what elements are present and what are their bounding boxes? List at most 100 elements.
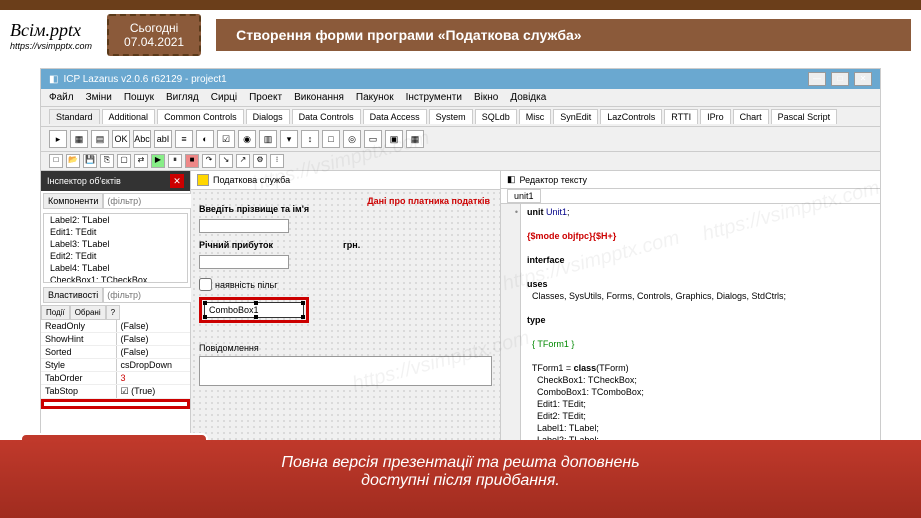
- prop-row: ReadOnly(False): [41, 320, 190, 333]
- frame-component[interactable]: ▣: [385, 130, 403, 148]
- app-icon: ◧: [49, 74, 58, 85]
- tab-synedit[interactable]: SynEdit: [553, 109, 598, 124]
- property-highlight: [41, 399, 190, 409]
- form-titlebar[interactable]: Податкова служба: [191, 171, 500, 190]
- newform-button[interactable]: ▢: [117, 154, 131, 168]
- tab-system[interactable]: System: [429, 109, 473, 124]
- panel-component[interactable]: ▭: [364, 130, 382, 148]
- listbox-component[interactable]: ▥: [259, 130, 277, 148]
- property-grid[interactable]: ReadOnly(False) ShowHint(False) Sorted(F…: [41, 320, 190, 399]
- run-button[interactable]: ▶: [151, 154, 165, 168]
- list-item[interactable]: Label3: TLabel: [44, 238, 187, 250]
- tab-events[interactable]: Події: [41, 305, 70, 320]
- scrollbar-component[interactable]: ↕: [301, 130, 319, 148]
- tab-dataaccess[interactable]: Data Access: [363, 109, 427, 124]
- pause-button[interactable]: ⏸: [168, 154, 182, 168]
- unit-tab[interactable]: unit1: [507, 189, 541, 203]
- list-item[interactable]: Edit2: TEdit: [44, 250, 187, 262]
- button-component[interactable]: OK: [112, 130, 130, 148]
- new-button[interactable]: □: [49, 154, 63, 168]
- label-component[interactable]: Abc: [133, 130, 151, 148]
- tab-datacontrols[interactable]: Data Controls: [292, 109, 361, 124]
- memo-label[interactable]: Повідомлення: [199, 343, 492, 353]
- close-button[interactable]: ✕: [854, 72, 872, 86]
- radio-component[interactable]: ◉: [238, 130, 256, 148]
- menu-search[interactable]: Пошук: [124, 92, 154, 103]
- maximize-button[interactable]: □: [831, 72, 849, 86]
- tab-sqldb[interactable]: SQLdb: [475, 109, 517, 124]
- editor-titlebar[interactable]: ◧ Редактор тексту: [501, 171, 880, 189]
- inspector-title[interactable]: Інспектор об'єктів ✕: [41, 171, 190, 191]
- label-uah[interactable]: грн.: [343, 240, 360, 250]
- menu-source[interactable]: Сирці: [211, 92, 237, 103]
- groupbox-component[interactable]: □: [322, 130, 340, 148]
- list-item[interactable]: Edit1: TEdit: [44, 226, 187, 238]
- tab-dialogs[interactable]: Dialogs: [246, 109, 290, 124]
- edit-component[interactable]: abI: [154, 130, 172, 148]
- logo-block: Всім.pptx https://vsimpptx.com: [10, 20, 92, 51]
- toggle-component[interactable]: ◐: [196, 130, 214, 148]
- saveall-button[interactable]: ⎘: [100, 154, 114, 168]
- group-label: Дані про платника податків: [367, 196, 490, 206]
- tab-chart[interactable]: Chart: [733, 109, 769, 124]
- tab-standard[interactable]: Standard: [49, 109, 100, 124]
- tab-help[interactable]: ?: [106, 305, 120, 320]
- open-button[interactable]: 📂: [66, 154, 80, 168]
- inspector-title-text: Інспектор об'єктів: [47, 176, 121, 186]
- stepover-button[interactable]: ↷: [202, 154, 216, 168]
- checkbox-input[interactable]: [199, 278, 212, 291]
- save-button[interactable]: 💾: [83, 154, 97, 168]
- menu-file[interactable]: Файл: [49, 92, 74, 103]
- list-item[interactable]: Label4: TLabel: [44, 262, 187, 274]
- toggle-button[interactable]: ⇄: [134, 154, 148, 168]
- stepout-button[interactable]: ↗: [236, 154, 250, 168]
- tab-common[interactable]: Common Controls: [157, 109, 244, 124]
- tab-ipro[interactable]: IPro: [700, 109, 731, 124]
- combobox-component[interactable]: ▾: [280, 130, 298, 148]
- property-tabs: Події Обрані ?: [41, 305, 190, 320]
- menu-package[interactable]: Пакунок: [356, 92, 394, 103]
- build-button[interactable]: ⚙: [253, 154, 267, 168]
- form-designer: Податкова служба Дані про платника подат…: [191, 171, 501, 451]
- stop-button[interactable]: ■: [185, 154, 199, 168]
- modes-button[interactable]: ⁝: [270, 154, 284, 168]
- list-item[interactable]: CheckBox1: TCheckBox: [44, 274, 187, 283]
- menu-window[interactable]: Вікно: [474, 92, 498, 103]
- menu-view[interactable]: Вигляд: [166, 92, 199, 103]
- tab-fav[interactable]: Обрані: [70, 305, 106, 320]
- checkbox-privileges[interactable]: наявність пільг: [199, 278, 492, 291]
- inspector-close-button[interactable]: ✕: [170, 174, 184, 188]
- date-label: Сьогодні: [124, 21, 184, 35]
- tab-rtti[interactable]: RTTI: [664, 109, 698, 124]
- menu-project[interactable]: Проект: [249, 92, 282, 103]
- component-palette-tabs: Standard Additional Common Controls Dial…: [41, 107, 880, 127]
- combobox-selected[interactable]: ComboBox1: [204, 302, 304, 318]
- popupmenu-component[interactable]: ▤: [91, 130, 109, 148]
- edit-name[interactable]: [199, 219, 289, 233]
- edit-income[interactable]: [199, 255, 289, 269]
- mainmenu-component[interactable]: ▦: [70, 130, 88, 148]
- minimize-button[interactable]: —: [808, 72, 826, 86]
- memo-component[interactable]: ≡: [175, 130, 193, 148]
- pointer-tool[interactable]: ▸: [49, 130, 67, 148]
- checkbox-component[interactable]: ☑: [217, 130, 235, 148]
- menu-edit[interactable]: Зміни: [86, 92, 112, 103]
- menu-tools[interactable]: Інструменти: [406, 92, 462, 103]
- menu-help[interactable]: Довідка: [510, 92, 546, 103]
- menu-run[interactable]: Виконання: [294, 92, 344, 103]
- stepin-button[interactable]: ↘: [219, 154, 233, 168]
- date-badge: Сьогодні 07.04.2021: [107, 14, 201, 56]
- tab-lazcontrols[interactable]: LazControls: [600, 109, 662, 124]
- label-income[interactable]: Річний прибуток: [199, 240, 273, 250]
- tab-pascalscript[interactable]: Pascal Script: [771, 109, 838, 124]
- prop-row: Sorted(False): [41, 346, 190, 359]
- memo-box[interactable]: [199, 356, 492, 386]
- tab-misc[interactable]: Misc: [519, 109, 552, 124]
- tab-additional[interactable]: Additional: [102, 109, 156, 124]
- actionlist-component[interactable]: ▦: [406, 130, 424, 148]
- radiogroup-component[interactable]: ◎: [343, 130, 361, 148]
- ide-titlebar[interactable]: ◧ ICP Lazarus v2.0.6 r62129 - project1 —…: [41, 69, 880, 89]
- list-item[interactable]: Label2: TLabel: [44, 214, 187, 226]
- form-canvas[interactable]: Дані про платника податків Введіть прізв…: [191, 190, 500, 451]
- component-list[interactable]: Label2: TLabel Edit1: TEdit Label3: TLab…: [43, 213, 188, 283]
